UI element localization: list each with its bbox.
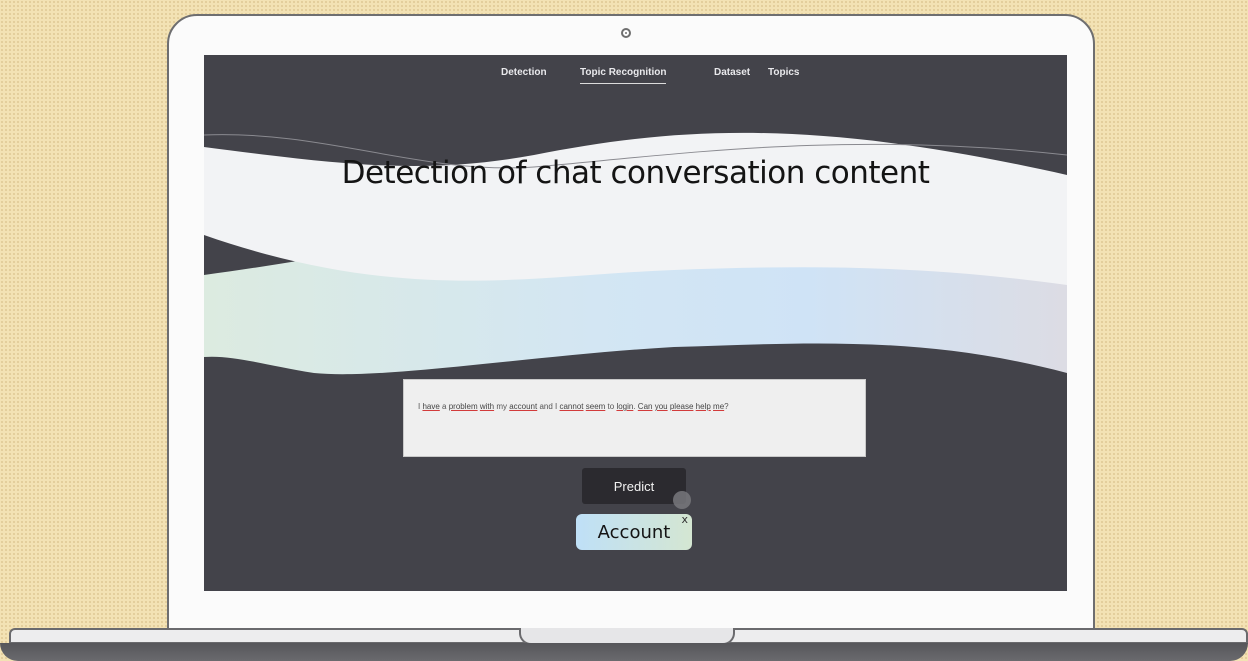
underlined-word: seem <box>585 402 606 411</box>
underlined-word: cannot <box>559 402 584 411</box>
underlined-word: you <box>654 402 668 411</box>
result-label: Account <box>597 521 671 543</box>
laptop-screen: Detection Topic Recognition Dataset Topi… <box>204 55 1067 591</box>
message-textarea[interactable]: I have a problem with my account and I c… <box>403 379 866 457</box>
mouse-cursor <box>673 491 691 509</box>
message-fragment: my <box>494 402 510 411</box>
underlined-word: please <box>669 402 694 411</box>
underlined-word: have <box>422 402 440 411</box>
message-fragment: a <box>439 402 449 411</box>
close-icon[interactable]: x <box>681 513 688 526</box>
page-title: Detection of chat conversation content <box>341 155 930 191</box>
nav-topic-recognition[interactable]: Topic Recognition <box>580 67 667 84</box>
message-fragment: to <box>605 402 617 411</box>
message-fragment: ? <box>724 402 729 411</box>
message-fragment: and I <box>537 402 560 411</box>
underlined-word: login <box>616 402 634 411</box>
message-text: I have a problem with my account and I c… <box>418 402 729 411</box>
nav-topics[interactable]: Topics <box>768 67 799 83</box>
underlined-word: with <box>479 402 495 411</box>
underlined-word: problem <box>448 402 478 411</box>
camera-icon <box>621 28 631 38</box>
underlined-word: me <box>713 402 725 411</box>
result-badge: Account x <box>576 513 692 550</box>
nav-detection[interactable]: Detection <box>501 67 547 83</box>
underlined-word: account <box>509 402 538 411</box>
nav-dataset[interactable]: Dataset <box>714 67 750 83</box>
top-nav: Detection Topic Recognition Dataset Topi… <box>204 55 1067 95</box>
underlined-word: help <box>695 402 711 411</box>
predict-button[interactable]: Predict <box>582 468 686 504</box>
underlined-word: Can <box>637 402 653 411</box>
laptop-base-edge <box>0 643 1248 661</box>
